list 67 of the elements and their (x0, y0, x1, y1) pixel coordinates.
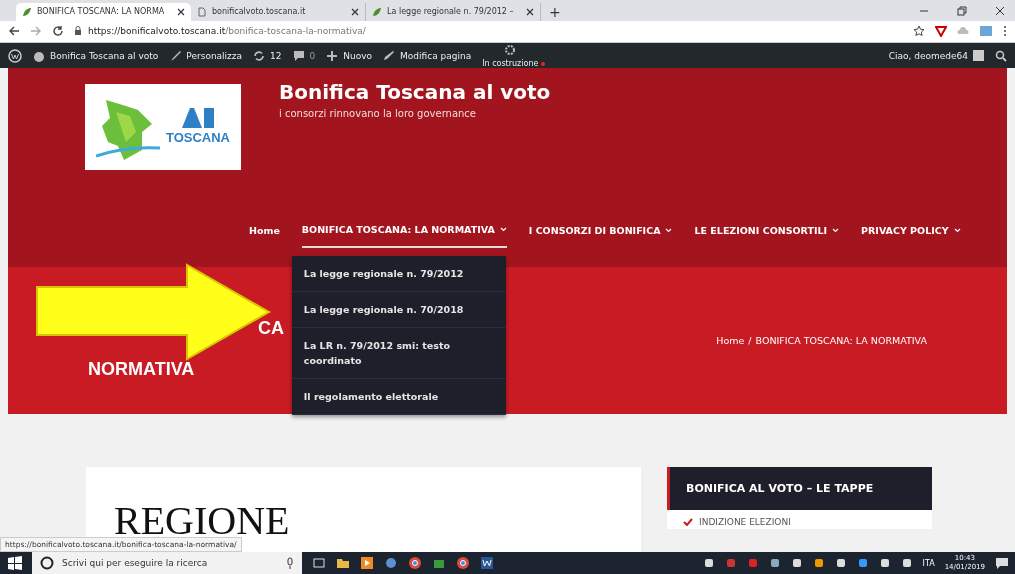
avatar-icon (973, 50, 984, 62)
anbi-mark-icon (180, 108, 216, 129)
logo-drawing[interactable]: TOSCANA (85, 83, 241, 170)
browser-tab[interactable]: La legge regionale n. 79/2012 – (366, 2, 541, 21)
admin-bar-item[interactable]: Modifica pagina (383, 49, 472, 62)
language-indicator[interactable]: ITA (922, 558, 935, 568)
url-text: https://bonificalvoto.toscana.it/bonifica-toscana-la-normativa/ (88, 26, 366, 37)
close-icon[interactable] (177, 7, 185, 16)
admin-bar-account[interactable]: Ciao, deomede64 (888, 50, 984, 62)
reload-icon[interactable] (52, 25, 64, 38)
menu-icon[interactable] (1003, 25, 1007, 38)
tab-title: La legge regionale n. 79/2012 – (387, 7, 515, 17)
plus-icon (326, 49, 339, 62)
leaf-icon (372, 6, 382, 17)
lock-icon (74, 26, 82, 37)
wordpress-icon[interactable] (8, 48, 22, 63)
tab-title: BONIFICA TOSCANA: LA NORMA (37, 7, 166, 17)
logo-text: TOSCANA (165, 130, 230, 146)
star-icon[interactable] (913, 25, 925, 38)
admin-bar-item[interactable]: Nuovo (326, 49, 373, 62)
comment-icon (292, 49, 305, 62)
notification-icon[interactable] (995, 556, 1009, 570)
media-icon[interactable] (360, 556, 374, 570)
search-icon[interactable] (995, 49, 1007, 62)
nav-link[interactable]: LE ELEZIONI CONSORTILI (694, 219, 840, 248)
browser-tab[interactable]: BONIFICA TOSCANA: LA NORMA (16, 2, 191, 21)
word-icon[interactable] (480, 556, 494, 570)
page-title: NORMATIVA (88, 359, 196, 381)
cortana-icon (40, 556, 54, 570)
brush-icon (169, 49, 182, 62)
microphone-icon (286, 557, 294, 569)
nav-link[interactable]: I CONSORZI DI BONIFICA (528, 219, 673, 248)
check-icon (683, 518, 693, 526)
back-icon[interactable] (8, 25, 20, 38)
close-icon[interactable] (526, 7, 534, 16)
admin-bar-item[interactable]: 0 (292, 49, 316, 62)
refresh-icon (253, 49, 266, 62)
task-view-icon[interactable] (312, 556, 326, 570)
admin-bar-item[interactable]: Personalizza (169, 49, 243, 62)
chrome-icon[interactable] (408, 556, 422, 570)
windows-icon[interactable] (8, 556, 22, 570)
admin-bar-item[interactable]: Bonifica Toscana al voto (33, 49, 159, 62)
site-tagline: i consorzi rinnovano la loro governance (279, 107, 478, 119)
taskbar-search-field[interactable]: Scrivi qui per eseguire la ricerca (32, 552, 302, 574)
leaf-icon (22, 6, 32, 17)
admin-bar-item[interactable]: 12 (253, 49, 282, 62)
folder-icon[interactable] (336, 556, 350, 570)
restore-icon[interactable] (957, 5, 967, 16)
status-dot (541, 61, 546, 66)
nav-link[interactable]: PRIVACY POLICY (861, 219, 961, 248)
widget-link[interactable]: INDIZIONE ELEZIONI (683, 517, 916, 527)
breadcrumb-link[interactable]: Home (716, 334, 745, 346)
admin-bar-item[interactable]: In costruzione (482, 43, 539, 68)
breadcrumb-current: BONIFICA TOSCANA: LA NORMATIVA (755, 334, 927, 346)
breadcrumb-separator: / (748, 334, 752, 346)
browser-tab[interactable]: bonificalvoto.toscana.it (191, 2, 366, 21)
page-title: CA (257, 318, 284, 340)
nav-link[interactable]: Home (249, 219, 280, 248)
close-icon[interactable] (351, 7, 359, 16)
close-icon[interactable] (995, 5, 1005, 16)
widget-title: BONIFICA AL VOTO – LE TAPPE (667, 467, 932, 510)
page-icon (197, 6, 207, 17)
pencil-icon (383, 49, 396, 62)
new-tab-button[interactable]: + (541, 2, 569, 21)
site-title[interactable]: Bonifica Toscana al voto (279, 79, 551, 104)
chrome-icon[interactable] (456, 556, 470, 570)
tab-title: bonificalvoto.toscana.it (212, 7, 307, 17)
